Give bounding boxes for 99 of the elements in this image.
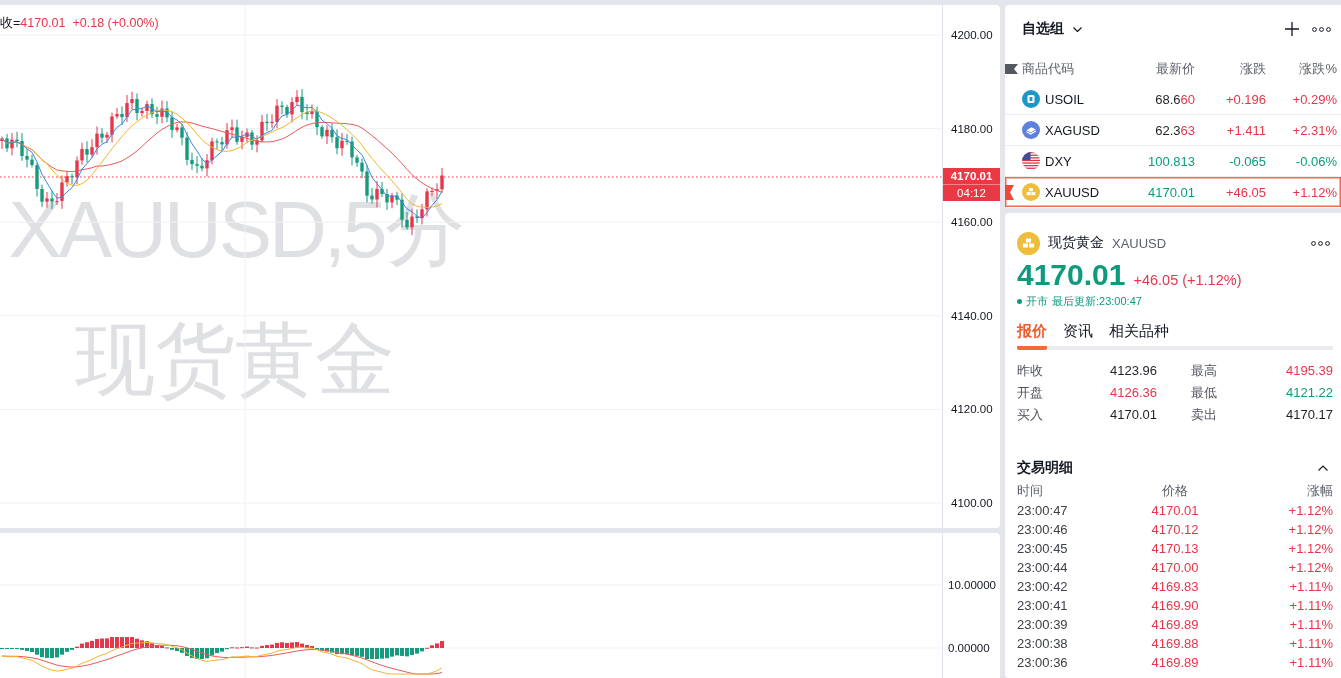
column-header: 商品代码 [1022, 59, 1075, 78]
bars-badge-icon [1017, 231, 1040, 255]
instrument-name: 现货黄金 [1048, 234, 1104, 252]
symbol-text: DXY [1045, 153, 1072, 169]
price-axis-label: 4100.00 [951, 496, 993, 511]
trade-price: 4170.00 [1150, 560, 1200, 575]
trade-change: +1.11% [1288, 655, 1333, 670]
change-text: +0.196 [1224, 91, 1266, 107]
trade-change: +1.11% [1288, 579, 1333, 594]
plates-badge-icon [1022, 121, 1040, 139]
watchlist-row[interactable]: USOIL 68.660 +0.196 +0.29% [1005, 84, 1341, 115]
more-icon[interactable] [1311, 240, 1330, 246]
change-percent-text: -0.06% [1294, 153, 1337, 169]
trade-time: 23:00:36 [1017, 655, 1069, 670]
column-header: 最新价 [1155, 59, 1195, 78]
price-axis-label: 4180.00 [951, 121, 993, 137]
last-price-text: 4170.01 [1147, 184, 1195, 200]
trade-price: 4169.83 [1150, 579, 1200, 594]
price-axis-label: 4160.00 [951, 215, 993, 231]
symbol-text: XAUUSD [1045, 184, 1100, 200]
big-price: 4170.01 [1017, 257, 1126, 293]
column-header: 涨跌 [1239, 59, 1266, 78]
trade-change: +1.12% [1287, 522, 1333, 537]
quote-value: 4195.39 [1286, 362, 1333, 380]
trade-change: +1.11% [1288, 617, 1333, 632]
change-text: -0.065 [1228, 153, 1266, 169]
last-price-text: 62.363 [1154, 122, 1195, 138]
last-price-value: 4170.01 [943, 168, 1000, 185]
symbol-text: USOIL [1045, 91, 1084, 107]
trade-price: 4169.88 [1150, 636, 1200, 651]
price-axis-label: 4200.00 [951, 28, 993, 43]
section-title: 交易明细 [1017, 459, 1073, 477]
column-header: 涨跌% [1298, 59, 1337, 78]
trade-time: 23:00:45 [1017, 541, 1069, 556]
trade-time: 23:00:46 [1017, 522, 1069, 537]
tab[interactable]: 资讯 [1063, 322, 1093, 350]
quote-value: 4126.36 [1110, 384, 1158, 402]
quote-label: 开盘 [1017, 384, 1044, 402]
quote-label: 最低 [1191, 384, 1218, 402]
trade-price: 4170.13 [1150, 541, 1200, 556]
quote-value: 4123.96 [1110, 362, 1158, 380]
instrument-symbol: XAUUSD [1112, 235, 1167, 251]
trade-time: 23:00:41 [1017, 598, 1069, 613]
square-badge-icon [1022, 90, 1040, 108]
trade-price: 4169.89 [1150, 655, 1200, 670]
pennant-icon [1005, 63, 1018, 74]
quote-label: 昨收 [1017, 362, 1044, 380]
quote-value: 4121.22 [1286, 384, 1333, 402]
quote-label: 卖出 [1191, 406, 1218, 424]
change-text: +1.411 [1225, 122, 1266, 138]
indicator-axis-label: 10.00000 [948, 578, 996, 593]
bars-badge-icon [1022, 183, 1040, 201]
bar-countdown: 04:12 [957, 186, 986, 201]
watchlist-row[interactable]: DXY 100.813 -0.065 -0.06% [1005, 146, 1341, 177]
market-status: 开市 [1026, 294, 1048, 309]
price-axis-label: 4120.00 [951, 402, 993, 418]
change-percent-text: +0.29% [1291, 91, 1337, 107]
trade-change: +1.12% [1287, 503, 1333, 518]
quote-value: 4170.01 [1110, 406, 1158, 424]
chevron-down-icon [1073, 26, 1082, 32]
trade-price: 4169.89 [1150, 617, 1200, 632]
price-change: +46.05 (+1.12%) [1133, 272, 1242, 288]
price-axis-label: 4140.00 [951, 308, 993, 324]
trade-time: 23:00:39 [1017, 617, 1069, 632]
trade-change: +1.12% [1287, 541, 1333, 556]
column-header: 价格 [1161, 482, 1189, 500]
last-price-text: 100.813 [1147, 153, 1195, 169]
group-selector[interactable]: 自选组 [1022, 20, 1082, 38]
trade-time: 23:00:42 [1017, 579, 1069, 594]
trade-change: +1.12% [1287, 560, 1333, 575]
change-text: +46.05 [1224, 184, 1266, 200]
flag-icon [1022, 152, 1040, 170]
change-percent-text: +2.31% [1291, 122, 1337, 138]
ohlc-legend: 收=4170.01 +0.18 (+0.00%) [0, 15, 159, 32]
trade-change: +1.11% [1288, 636, 1333, 651]
trade-time: 23:00:38 [1017, 636, 1069, 651]
watchlist-row[interactable]: XAGUSD 62.363 +1.411 +2.31% [1005, 115, 1341, 146]
change-percent-text: +1.12% [1291, 184, 1337, 200]
trade-time: 23:00:47 [1017, 503, 1069, 518]
quote-label: 买入 [1017, 406, 1044, 424]
trade-price: 4170.01 [1150, 503, 1200, 518]
chevron-icon[interactable] [1318, 465, 1328, 471]
quote-value: 4170.17 [1286, 406, 1333, 424]
watchlist-row[interactable]: XAUUSD 4170.01 +46.05 +1.12% [1005, 177, 1341, 208]
indicator-axis-label: 0.00000 [948, 641, 990, 656]
plus-icon[interactable] [1285, 22, 1299, 36]
trade-price: 4169.90 [1150, 598, 1200, 613]
symbol-text: XAGUSD [1045, 122, 1100, 138]
trade-time: 23:00:44 [1017, 560, 1069, 575]
tab[interactable]: 相关品种 [1109, 322, 1169, 350]
column-header: 时间 [1017, 482, 1044, 500]
last-price-text: 68.660 [1154, 91, 1195, 107]
quote-label: 最高 [1191, 362, 1218, 380]
trade-change: +1.11% [1288, 598, 1333, 613]
last-update-time: 最后更新:23:00:47 [1052, 294, 1142, 309]
more-icon[interactable] [1312, 26, 1331, 32]
pennant-icon [1005, 184, 1014, 200]
column-header: 涨幅 [1306, 482, 1333, 500]
trade-price: 4170.12 [1150, 522, 1200, 537]
